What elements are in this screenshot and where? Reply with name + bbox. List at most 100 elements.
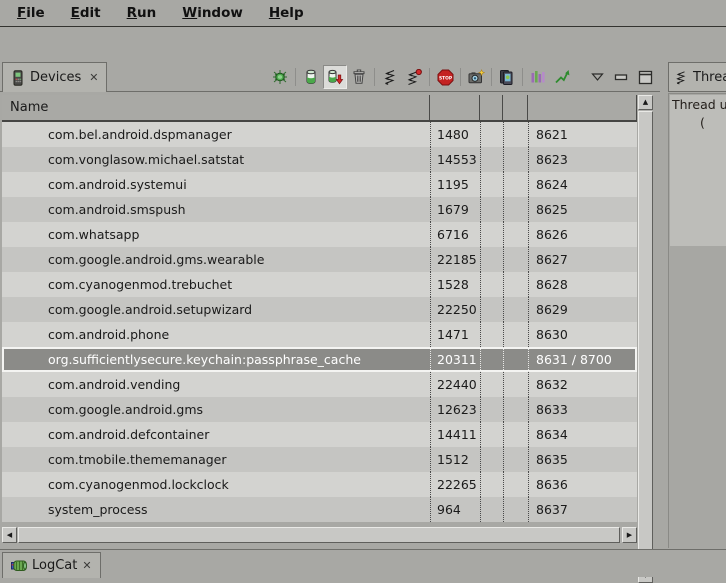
panel-splitter[interactable] xyxy=(660,60,668,577)
process-port: 8628 xyxy=(528,272,637,297)
process-name: com.android.smspush xyxy=(2,197,430,222)
process-port: 8634 xyxy=(528,422,637,447)
empty-cell xyxy=(480,172,503,197)
column-header-4[interactable] xyxy=(503,95,528,120)
table-row[interactable]: com.cyanogenmod.lockclock 22265 8636 xyxy=(2,472,637,497)
toolbar-separator xyxy=(460,68,461,86)
vertical-scrollbar-thumb[interactable] xyxy=(638,111,653,567)
process-name: com.tmobile.thememanager xyxy=(2,447,430,472)
empty-cell xyxy=(503,297,528,322)
tab-devices[interactable]: Devices ✕ xyxy=(2,62,107,92)
empty-cell xyxy=(503,122,528,147)
menu-edit[interactable]: Edit xyxy=(58,2,114,25)
process-port: 8635 xyxy=(528,447,637,472)
table-header: Name xyxy=(2,95,637,122)
scroll-up-icon[interactable]: ▲ xyxy=(638,95,653,110)
debug-process-icon[interactable] xyxy=(268,65,292,89)
table-row[interactable]: com.whatsapp 6716 8626 xyxy=(2,222,637,247)
start-opengl-trace-icon[interactable] xyxy=(550,65,574,89)
table-row[interactable]: com.cyanogenmod.trebuchet 1528 8628 xyxy=(2,272,637,297)
process-name: com.google.android.gms.wearable xyxy=(2,247,430,272)
minimize-icon[interactable] xyxy=(612,68,630,86)
screen-capture-icon[interactable] xyxy=(464,65,488,89)
process-pid: 22250 xyxy=(430,297,480,322)
empty-cell xyxy=(503,497,528,522)
process-port: 8624 xyxy=(528,172,637,197)
vertical-scrollbar[interactable]: ▲ ▼ xyxy=(638,95,653,583)
empty-cell xyxy=(480,472,503,497)
update-threads-icon[interactable] xyxy=(378,65,402,89)
table-row[interactable]: com.google.android.gms 12623 8633 xyxy=(2,397,637,422)
table-row[interactable]: system_process 964 8637 xyxy=(2,497,637,522)
phone-icon xyxy=(11,70,25,86)
process-pid: 1528 xyxy=(430,272,480,297)
tab-threads[interactable]: Threads xyxy=(668,62,726,92)
process-name: com.cyanogenmod.trebuchet xyxy=(2,272,430,297)
column-header-port[interactable] xyxy=(528,95,637,120)
close-icon[interactable]: ✕ xyxy=(82,559,91,572)
column-header-name[interactable]: Name xyxy=(2,95,430,120)
process-port: 8625 xyxy=(528,197,637,222)
table-row[interactable]: com.android.smspush 1679 8625 xyxy=(2,197,637,222)
process-port: 8637 xyxy=(528,497,637,522)
empty-cell xyxy=(480,322,503,347)
empty-cell xyxy=(480,122,503,147)
update-heap-icon[interactable] xyxy=(299,65,323,89)
process-pid: 1512 xyxy=(430,447,480,472)
table-row[interactable]: com.vonglasow.michael.satstat 14553 8623 xyxy=(2,147,637,172)
table-row[interactable]: com.android.defcontainer 14411 8634 xyxy=(2,422,637,447)
column-header-3[interactable] xyxy=(480,95,503,120)
scroll-right-icon[interactable]: ▶ xyxy=(622,527,637,543)
menu-file[interactable]: File xyxy=(4,2,58,25)
process-name: com.whatsapp xyxy=(2,222,430,247)
menu-run[interactable]: Run xyxy=(114,2,170,25)
tab-devices-label: Devices xyxy=(30,70,81,85)
toolbar-separator xyxy=(429,68,430,86)
tab-logcat[interactable]: LogCat ✕ xyxy=(2,552,101,578)
empty-cell xyxy=(503,447,528,472)
start-method-profiling-icon[interactable] xyxy=(402,65,426,89)
cause-gc-icon[interactable] xyxy=(347,65,371,89)
process-name: com.android.vending xyxy=(2,372,430,397)
dump-view-hierarchy-icon[interactable] xyxy=(495,65,519,89)
menu-window[interactable]: Window xyxy=(169,2,256,25)
menu-help[interactable]: Help xyxy=(256,2,317,25)
empty-cell xyxy=(503,147,528,172)
dump-hprof-icon[interactable] xyxy=(323,65,347,89)
horizontal-scrollbar[interactable]: ◀ ▶ xyxy=(2,527,637,543)
table-row[interactable]: com.google.android.gms.wearable 22185 86… xyxy=(2,247,637,272)
device-list: com.bel.android.dspmanager 1480 8621 com… xyxy=(2,122,637,522)
close-icon[interactable]: ✕ xyxy=(89,71,98,84)
scroll-left-icon[interactable]: ◀ xyxy=(2,527,17,543)
table-row[interactable]: com.bel.android.dspmanager 1480 8621 xyxy=(2,122,637,147)
process-name: com.google.android.setupwizard xyxy=(2,297,430,322)
table-row[interactable]: com.android.phone 1471 8630 xyxy=(2,322,637,347)
process-pid: 22265 xyxy=(430,472,480,497)
svg-text:STOP: STOP xyxy=(438,75,452,81)
column-header-pid[interactable] xyxy=(430,95,480,120)
devices-tab-bar: Devices ✕ xyxy=(0,62,660,92)
empty-cell xyxy=(503,247,528,272)
empty-cell xyxy=(480,272,503,297)
capture-systrace-icon[interactable] xyxy=(526,65,550,89)
horizontal-scrollbar-thumb[interactable] xyxy=(18,527,620,543)
tab-logcat-label: LogCat xyxy=(32,558,77,573)
process-pid: 14553 xyxy=(430,147,480,172)
process-pid: 1480 xyxy=(430,122,480,147)
process-name: com.cyanogenmod.lockclock xyxy=(2,472,430,497)
stop-process-icon[interactable]: STOP xyxy=(433,65,457,89)
table-row[interactable]: com.android.vending 22440 8632 xyxy=(2,372,637,397)
empty-cell xyxy=(480,222,503,247)
maximize-icon[interactable] xyxy=(636,68,654,86)
table-row[interactable]: org.sufficientlysecure.keychain:passphra… xyxy=(2,347,637,372)
empty-cell xyxy=(503,197,528,222)
process-pid: 14411 xyxy=(430,422,480,447)
process-port: 8623 xyxy=(528,147,637,172)
table-row[interactable]: com.tmobile.thememanager 1512 8635 xyxy=(2,447,637,472)
process-name: com.android.systemui xyxy=(2,172,430,197)
table-row[interactable]: com.google.android.setupwizard 22250 862… xyxy=(2,297,637,322)
view-menu-icon[interactable] xyxy=(588,68,606,86)
process-pid: 22440 xyxy=(430,372,480,397)
empty-cell xyxy=(503,472,528,497)
table-row[interactable]: com.android.systemui 1195 8624 xyxy=(2,172,637,197)
